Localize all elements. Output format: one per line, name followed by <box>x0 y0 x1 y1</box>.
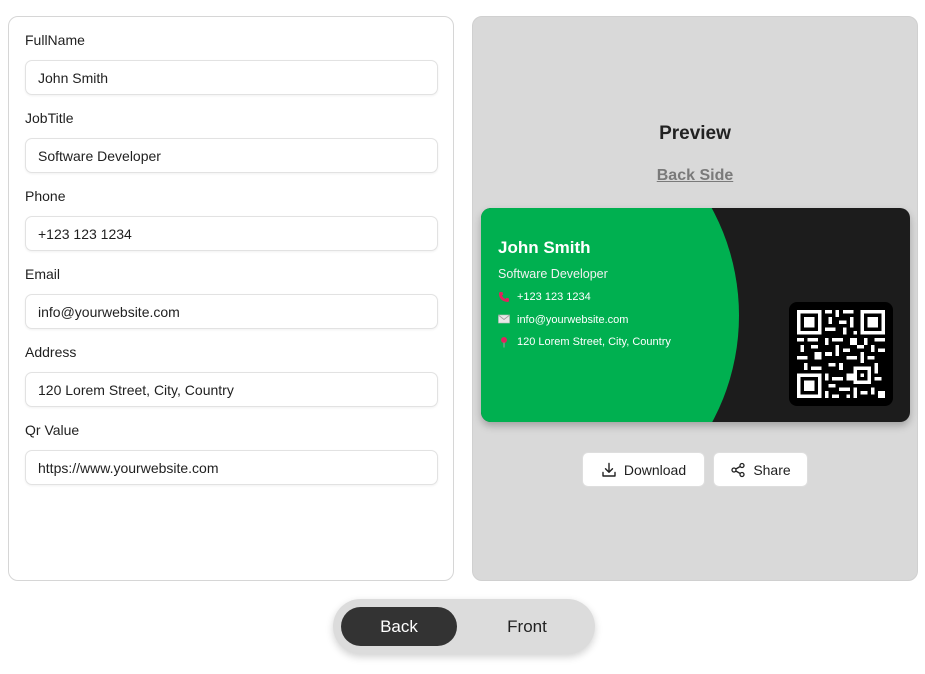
download-button[interactable]: Download <box>582 452 705 487</box>
download-label: Download <box>623 461 687 478</box>
card-phone-row: +123 123 1234 <box>498 291 591 303</box>
qr-value-input[interactable] <box>25 450 438 485</box>
jobtitle-label: JobTitle <box>25 110 74 126</box>
phone-label: Phone <box>25 188 66 204</box>
address-input[interactable] <box>25 372 438 407</box>
qr-value-label: Qr Value <box>25 422 80 438</box>
phone-icon <box>498 291 512 303</box>
preview-title: Preview <box>659 123 731 144</box>
fullname-label: FullName <box>25 32 85 48</box>
email-label: Email <box>25 266 61 282</box>
card-email: info@yourwebsite.com <box>517 314 629 326</box>
address-label: Address <box>25 344 77 360</box>
card-phone: +123 123 1234 <box>517 291 591 303</box>
jobtitle-input[interactable] <box>25 138 438 173</box>
card-job-title: Software Developer <box>498 267 608 281</box>
back-side-link[interactable]: Back Side <box>473 167 917 185</box>
business-card: John Smith Software Developer +123 123 1… <box>481 208 910 422</box>
email-input[interactable] <box>25 294 438 329</box>
phone-input[interactable] <box>25 216 438 251</box>
toggle-front-button[interactable]: Front <box>469 607 585 646</box>
qr-code <box>789 302 893 406</box>
preview-panel: Preview Back Side John Smith Software De… <box>472 16 918 581</box>
side-toggle: Back Front <box>333 599 595 654</box>
card-address: 120 Lorem Street, City, Country <box>517 336 671 348</box>
download-icon <box>602 462 616 477</box>
card-address-row: 120 Lorem Street, City, Country <box>498 336 671 348</box>
card-name: John Smith <box>498 238 591 257</box>
fullname-input[interactable] <box>25 60 438 95</box>
share-icon <box>731 462 745 477</box>
share-label: Share <box>753 461 791 478</box>
mail-icon <box>498 314 512 326</box>
form-panel: FullName JobTitle Phone Email Address Qr… <box>8 16 454 581</box>
location-pin-icon <box>498 336 512 348</box>
toggle-back-button[interactable]: Back <box>341 607 457 646</box>
card-email-row: info@yourwebsite.com <box>498 314 628 326</box>
share-button[interactable]: Share <box>713 452 808 487</box>
